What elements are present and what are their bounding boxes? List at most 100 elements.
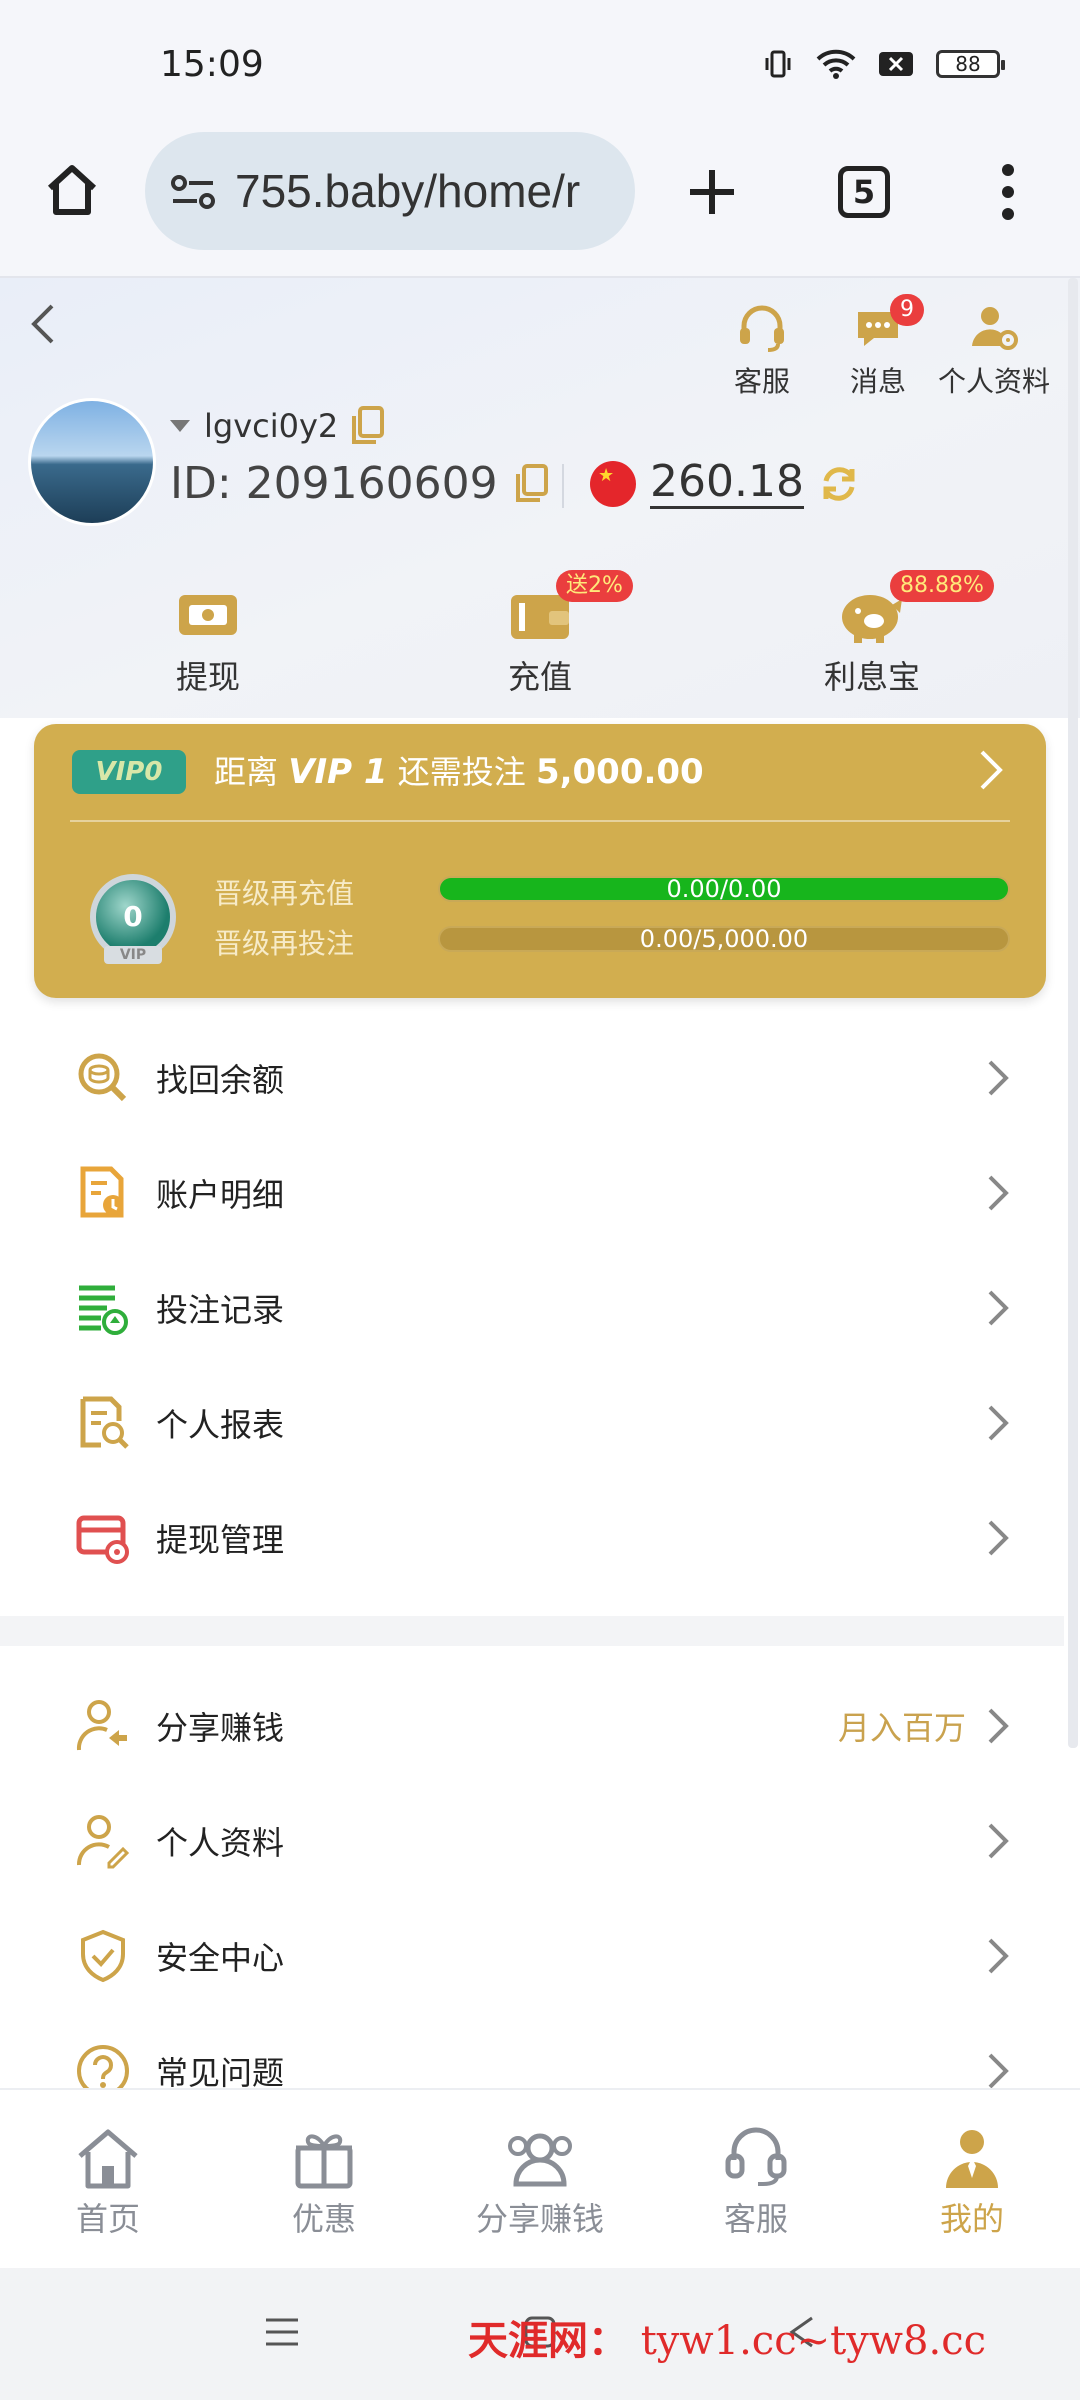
vip-recharge-label: 晋级再充值: [214, 877, 355, 910]
menu-label: 个人报表: [156, 1405, 285, 1444]
vip-next-level: VIP 1: [288, 752, 388, 792]
site-settings-icon[interactable]: [169, 171, 217, 211]
balance-row: 260.18: [590, 458, 860, 509]
vip-divider: [70, 820, 1010, 822]
status-time: 15:09: [160, 44, 264, 85]
messages-label: 消息: [849, 365, 906, 398]
customer-service-button[interactable]: 客服: [702, 296, 822, 400]
share-people-icon: [508, 2133, 572, 2187]
coin-search-icon: [78, 1053, 127, 1101]
shield-icon: [81, 1929, 125, 1982]
chevron-right-icon: [988, 2053, 1009, 2088]
balance-amount[interactable]: 260.18: [650, 458, 804, 509]
vip-level-chip: VIP0: [72, 750, 186, 794]
chevron-right-icon: [988, 1823, 1009, 1858]
chevron-right-icon: [988, 1290, 1009, 1325]
vip-text-prefix: 距离: [214, 753, 279, 791]
home-icon: [78, 2129, 138, 2189]
user-settings-icon: [972, 307, 1018, 350]
vip-required-amount: 5,000.00: [535, 752, 704, 792]
vip-recharge-value: 0.00/0.00: [666, 876, 782, 902]
tab-mine[interactable]: 我的: [872, 2118, 1072, 2240]
menu-label: 投注记录: [156, 1290, 285, 1329]
vip-card[interactable]: VIP0 距离 VIP 1 还需投注 5,000.00 0 晋级再充值 晋级再投…: [34, 724, 1046, 998]
new-tab-icon[interactable]: [686, 166, 738, 218]
menu-item-recover-balance[interactable]: 找回余额: [0, 1020, 1064, 1135]
menu-item-bet-records[interactable]: 投注记录: [0, 1250, 1064, 1365]
refresh-icon[interactable]: [818, 463, 860, 505]
china-flag-icon: [590, 460, 636, 507]
interest-treasure-button[interactable]: 利息宝 88.88%: [772, 570, 994, 698]
section-divider: [0, 1616, 1064, 1646]
bet-record-icon: [79, 1285, 128, 1335]
withdraw-icon: [179, 595, 237, 635]
messages-badge: 9: [890, 294, 924, 326]
chevron-right-icon[interactable]: [976, 748, 1006, 792]
personal-info-label: 个人资料: [937, 365, 1050, 398]
tab-promotions-label: 优惠: [291, 2200, 356, 2238]
tab-promotions[interactable]: 优惠: [224, 2118, 424, 2240]
menu-label: 提现管理: [156, 1520, 285, 1559]
tab-share-earn[interactable]: 分享赚钱: [440, 2118, 640, 2240]
vip-progress-text: 距离 VIP 1 还需投注 5,000.00: [214, 750, 704, 794]
menu-item-profile[interactable]: 个人资料: [0, 1783, 1064, 1898]
copy-username-icon[interactable]: [350, 406, 386, 446]
profile-header: 客服 消息 9 个人资料 lgvci0y2 ID: 209160609 260.…: [0, 278, 1080, 718]
messages-button[interactable]: 消息 9: [818, 294, 938, 400]
tab-home[interactable]: 首页: [8, 2118, 208, 2240]
more-menu-icon[interactable]: [990, 162, 1026, 222]
report-icon: [80, 1396, 129, 1449]
recharge-button[interactable]: 充值 送2%: [440, 570, 640, 698]
chevron-right-icon: [988, 1708, 1009, 1743]
chevron-right-icon: [988, 1175, 1009, 1210]
withdraw-label: 提现: [175, 658, 240, 696]
user-id: ID: 209160609: [170, 458, 498, 509]
url-text[interactable]: 755.baby/home/r: [235, 164, 580, 218]
vip-bet-label: 晋级再投注: [214, 927, 355, 960]
menu-label: 常见问题: [156, 2053, 285, 2092]
avatar[interactable]: [28, 398, 156, 526]
system-nav-bar: 天涯网： tyw1.cc~tyw8.cc: [0, 2268, 1080, 2400]
tab-share-earn-label: 分享赚钱: [475, 2200, 604, 2238]
recharge-bonus-badge: 送2%: [556, 570, 633, 602]
tab-mine-label: 我的: [939, 2200, 1004, 2238]
username: lgvci0y2: [204, 407, 339, 445]
menu-item-security-center[interactable]: 安全中心: [0, 1898, 1064, 2013]
vip-bet-progress: 0.00/5,000.00: [438, 926, 1010, 952]
chevron-right-icon: [988, 1520, 1009, 1555]
menu-item-account-details[interactable]: 账户明细: [0, 1135, 1064, 1250]
battery-icon: 88: [936, 50, 1005, 78]
watermark: 天涯网： tyw1.cc~tyw8.cc: [468, 2308, 986, 2366]
profile-edit-icon: [76, 1814, 130, 1868]
withdraw-manage-icon: [76, 1515, 129, 1564]
chevron-right-icon: [988, 1938, 1009, 1973]
gift-icon: [295, 2134, 353, 2189]
menu-label: 分享赚钱: [156, 1708, 285, 1747]
tab-customer-service[interactable]: 客服: [656, 2118, 856, 2240]
address-bar[interactable]: 755.baby/home/r: [145, 132, 635, 250]
home-browser-icon[interactable]: [42, 160, 102, 220]
menu-item-share-earn[interactable]: 分享赚钱 月入百万: [0, 1668, 1064, 1783]
menu-label: 找回余额: [156, 1060, 285, 1099]
copy-id-icon[interactable]: [514, 463, 550, 504]
tab-customer-service-label: 客服: [723, 2200, 788, 2238]
status-icons: 88: [762, 48, 1005, 80]
vip-recharge-progress: 0.00/0.00: [438, 876, 1010, 902]
customer-service-label: 客服: [733, 365, 790, 398]
divider: [562, 464, 564, 508]
tab-switcher-button[interactable]: 5: [838, 166, 890, 218]
withdraw-button[interactable]: 提现: [108, 578, 308, 698]
watermark-domains: tyw1.cc~tyw8.cc: [640, 2318, 986, 2364]
account-detail-icon: [80, 1166, 124, 1217]
recent-apps-icon[interactable]: [262, 2312, 302, 2352]
wifi-icon: [816, 49, 856, 79]
vibrate-icon: [765, 50, 791, 78]
caret-down-icon[interactable]: [168, 418, 192, 434]
headset-icon: [740, 305, 784, 352]
menu-item-withdraw-management[interactable]: 提现管理: [0, 1480, 1064, 1595]
menu-item-personal-report[interactable]: 个人报表: [0, 1365, 1064, 1480]
back-icon[interactable]: [26, 302, 62, 346]
scrollbar[interactable]: [1068, 278, 1078, 1748]
personal-info-button[interactable]: 个人资料: [934, 296, 1054, 400]
recharge-label: 充值: [507, 658, 572, 696]
